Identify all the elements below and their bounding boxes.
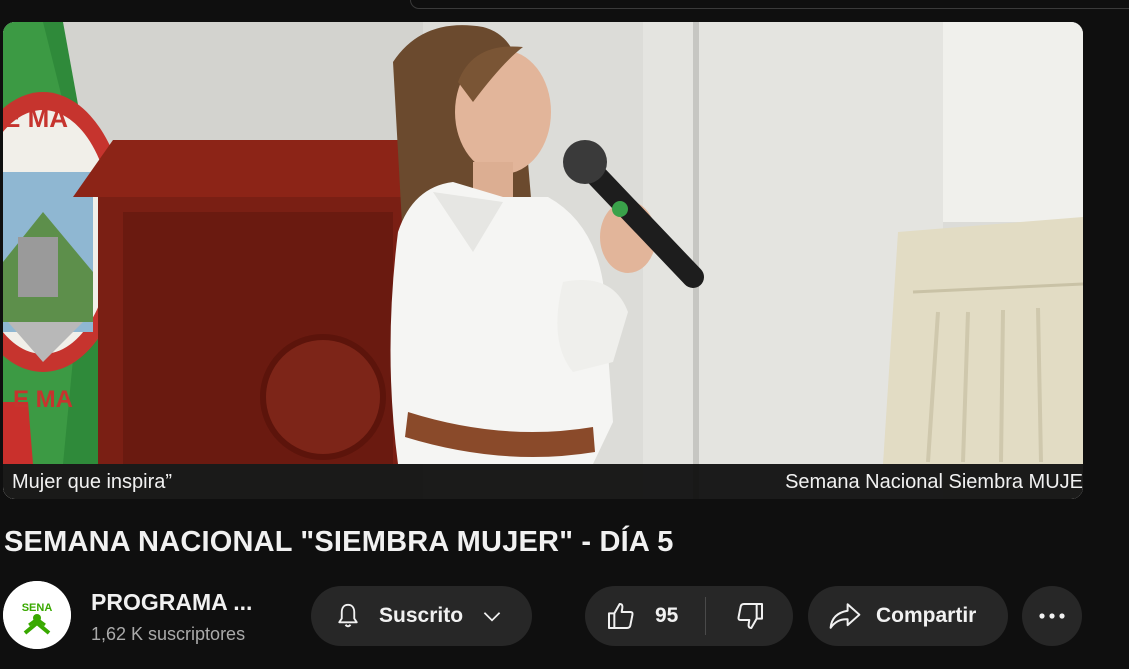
subscribe-label: Suscrito (379, 604, 464, 627)
chevron-down-icon (483, 612, 501, 622)
sena-logo-icon: SENA (3, 581, 71, 649)
like-dislike-group: 95 (585, 586, 793, 646)
thumbs-up-icon (608, 603, 634, 629)
caption-left-text: Mujer que inspira” (12, 471, 173, 493)
share-button[interactable]: Compartir (808, 586, 1008, 646)
dislike-button[interactable] (706, 586, 793, 646)
thumbs-down-icon (736, 603, 763, 629)
share-arrow-icon (829, 603, 861, 629)
like-count: 95 (655, 604, 679, 627)
svg-text:E MA: E MA (3, 103, 68, 133)
bell-icon (338, 603, 358, 628)
video-player[interactable]: E MA E MA Mujer que inspira” Semana Naci… (3, 22, 1083, 499)
channel-name[interactable]: PROGRAMA ... (91, 589, 252, 616)
svg-text:SENA: SENA (22, 602, 53, 614)
more-actions-button[interactable] (1022, 586, 1082, 646)
channel-avatar[interactable]: SENA (3, 581, 71, 649)
more-horizontal-icon (1039, 613, 1065, 619)
subscribe-button[interactable]: Suscrito (311, 586, 532, 646)
like-button[interactable]: 95 (585, 586, 705, 646)
share-label: Compartir (876, 604, 977, 627)
subscriber-count: 1,62 K suscriptores (91, 624, 246, 644)
search-bar-edge (410, 0, 1129, 9)
video-title: SEMANA NACIONAL "SIEMBRA MUJER" - DÍA 5 (4, 526, 674, 558)
svg-text:E MA: E MA (13, 386, 73, 413)
video-frame: E MA E MA (3, 22, 1083, 499)
caption-right-text: Semana Nacional Siembra MUJE (785, 471, 1083, 493)
